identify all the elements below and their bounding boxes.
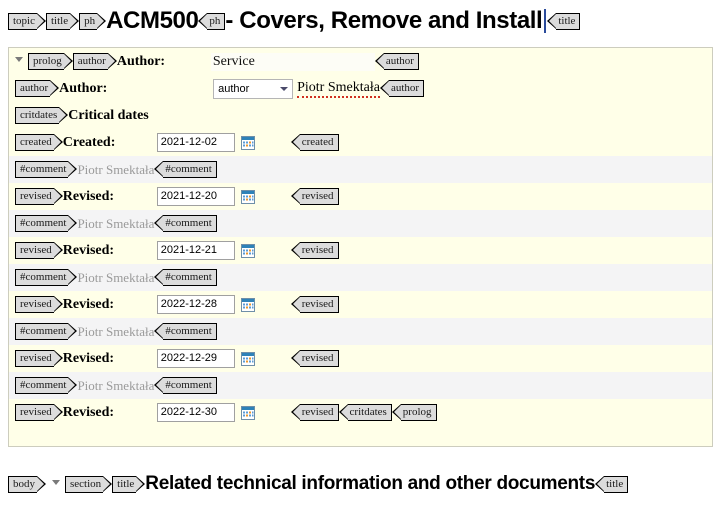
row-author-select: author Author: author Piotr Smektała aut… (9, 75, 712, 102)
tag-open-ph[interactable]: ph (79, 12, 107, 30)
row-comment: #comment Piotr Smektała #comment (9, 210, 712, 237)
tag-open-revised[interactable]: revised (15, 242, 63, 259)
tag-open-comment[interactable]: #comment (15, 161, 78, 178)
tag-open-topic[interactable]: topic (8, 12, 46, 30)
author-service-value[interactable]: Service (210, 52, 375, 71)
tag-close-author[interactable]: author (374, 53, 419, 70)
author-type-select-value: author (218, 82, 250, 95)
tag-close-revised[interactable]: revised (290, 242, 339, 259)
row-revised: revised Revised: 2021-12-20 revised (9, 183, 712, 210)
tag-close-revised[interactable]: revised (290, 404, 339, 421)
author-type-select[interactable]: author (213, 78, 294, 99)
revised-date-input[interactable]: 2022-12-28 (156, 295, 235, 314)
revised-label: Revised: (62, 242, 115, 258)
tag-open-comment[interactable]: #comment (15, 377, 78, 394)
tag-open-body[interactable]: body (8, 475, 46, 493)
revised-date-input[interactable]: 2022-12-29 (156, 349, 235, 368)
tag-close-prolog[interactable]: prolog (391, 404, 437, 421)
tag-open-section[interactable]: section (65, 475, 113, 493)
row-created: created Created: 2021-12-02 created (9, 129, 712, 156)
revised-label: Revised: (62, 404, 115, 420)
tag-close-revised[interactable]: revised (290, 296, 339, 313)
collapse-triangle-icon[interactable] (52, 479, 60, 485)
calendar-icon[interactable] (240, 189, 255, 204)
tag-open-critdates[interactable]: critdates (15, 107, 69, 124)
tag-close-ph[interactable]: ph (198, 12, 226, 30)
revised-label: Revised: (62, 350, 115, 366)
comment-value[interactable]: Piotr Smektała (77, 162, 154, 178)
tag-close-critdates[interactable]: critdates (338, 404, 392, 421)
revised-date-input[interactable]: 2021-12-21 (156, 241, 235, 260)
document-title-row: topic title ph ACM500 ph - Covers, Remov… (8, 8, 581, 34)
tag-open-comment[interactable]: #comment (15, 323, 78, 340)
revised-label: Revised: (62, 296, 115, 312)
calendar-icon[interactable] (240, 297, 255, 312)
row-comment: #comment Piotr Smektała #comment (9, 372, 712, 399)
tag-open-comment[interactable]: #comment (15, 215, 78, 232)
calendar-icon[interactable] (240, 405, 255, 420)
row-revised-last: revised Revised: 2022-12-30 revised crit… (9, 399, 712, 426)
tag-close-comment[interactable]: #comment (154, 161, 217, 178)
comment-value[interactable]: Piotr Smektała (77, 216, 154, 232)
tag-open-author-2[interactable]: author (15, 80, 60, 97)
calendar-icon[interactable] (240, 243, 255, 258)
title-ph-text[interactable]: ACM500 (106, 8, 199, 34)
comment-value[interactable]: Piotr Smektała (77, 378, 154, 394)
calendar-icon[interactable] (240, 135, 255, 150)
tag-open-revised[interactable]: revised (15, 296, 63, 313)
tag-open-title[interactable]: title (46, 12, 80, 30)
row-critdates-heading: critdates Critical dates (9, 102, 712, 129)
tag-open-revised[interactable]: revised (15, 188, 63, 205)
section-title-text[interactable]: Related technical information and other … (145, 473, 595, 495)
row-revised: revised Revised: 2022-12-29 revised (9, 345, 712, 372)
author-label-2: Author: (59, 80, 108, 96)
row-revised: revised Revised: 2022-12-28 revised (9, 291, 712, 318)
tag-open-section-title[interactable]: title (112, 475, 146, 493)
tag-close-created[interactable]: created (290, 134, 339, 151)
tag-close-revised[interactable]: revised (290, 188, 339, 205)
tag-close-comment[interactable]: #comment (154, 269, 217, 286)
tag-open-comment[interactable]: #comment (15, 269, 78, 286)
tag-open-revised[interactable]: revised (15, 350, 63, 367)
row-comment: #comment Piotr Smektała #comment (9, 156, 712, 183)
row-author-service: prolog author Author: Service author (9, 48, 712, 75)
row-comment: #comment Piotr Smektała #comment (9, 264, 712, 291)
tag-close-comment[interactable]: #comment (154, 215, 217, 232)
tag-open-author[interactable]: author (72, 53, 117, 70)
tag-close-comment[interactable]: #comment (154, 377, 217, 394)
tag-open-revised[interactable]: revised (15, 404, 63, 421)
created-date-input[interactable]: 2021-12-02 (156, 133, 235, 152)
revised-date-input[interactable]: 2022-12-30 (156, 403, 235, 422)
created-label: Created: (62, 134, 116, 150)
collapse-triangle-icon[interactable] (15, 57, 23, 62)
tag-open-created[interactable]: created (15, 134, 63, 151)
prolog-block: prolog author Author: Service author aut… (8, 47, 713, 447)
tag-close-revised[interactable]: revised (290, 350, 339, 367)
row-comment: #comment Piotr Smektała #comment (9, 318, 712, 345)
author-name-value[interactable]: Piotr Smektała (297, 80, 380, 98)
tag-open-prolog[interactable]: prolog (28, 53, 73, 70)
tag-close-section-title[interactable]: title (595, 475, 629, 493)
calendar-icon[interactable] (240, 351, 255, 366)
tag-close-author-2[interactable]: author (379, 80, 425, 97)
title-remainder-text[interactable]: - Covers, Remove and Install (225, 8, 542, 34)
critical-dates-heading: Critical dates (68, 107, 149, 123)
comment-value[interactable]: Piotr Smektała (77, 270, 154, 286)
tag-close-comment[interactable]: #comment (154, 323, 217, 340)
revised-label: Revised: (62, 188, 115, 204)
section-title-row: body section title Related technical inf… (8, 473, 629, 495)
row-revised: revised Revised: 2021-12-21 revised (9, 237, 712, 264)
chevron-down-icon (280, 86, 289, 91)
tag-close-title[interactable]: title (547, 12, 581, 30)
author-label: Author: (116, 53, 166, 69)
text-caret (544, 9, 547, 33)
comment-value[interactable]: Piotr Smektała (77, 324, 154, 340)
revised-date-input[interactable]: 2021-12-20 (156, 187, 235, 206)
